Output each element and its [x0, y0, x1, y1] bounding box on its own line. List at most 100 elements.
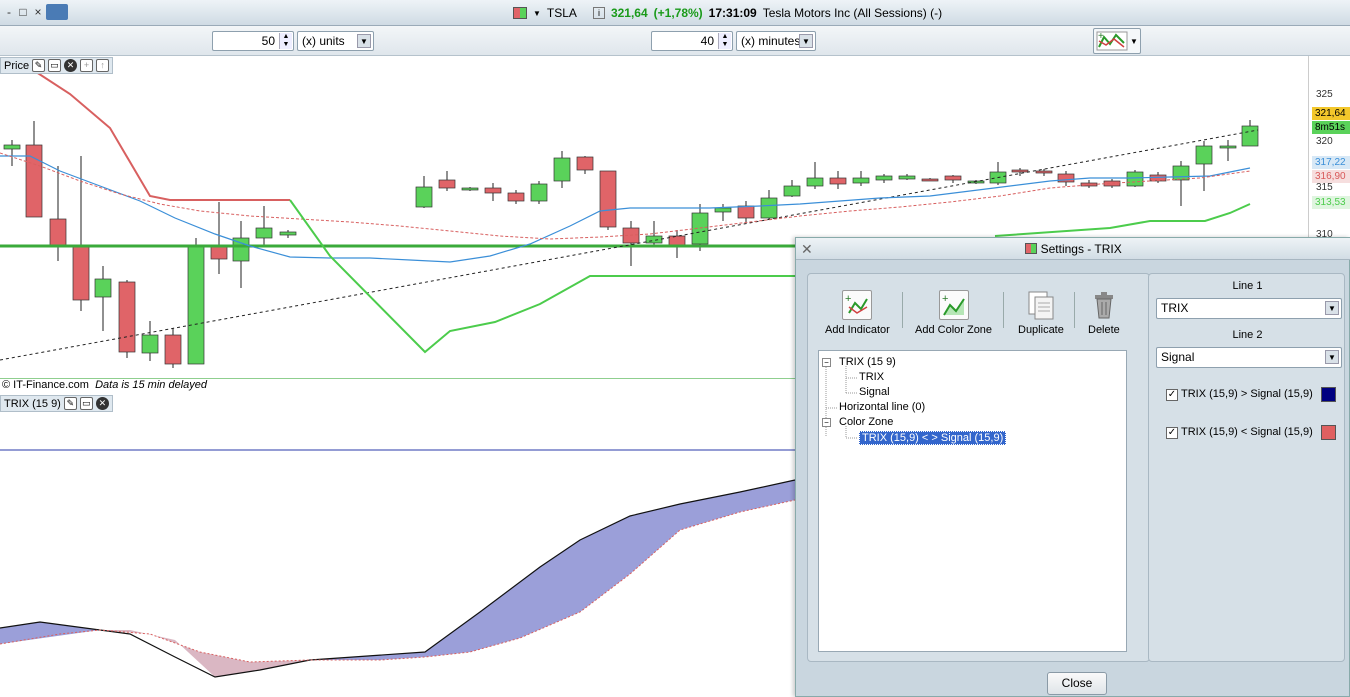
maximize-icon[interactable]: □ — [16, 5, 30, 19]
delete-button[interactable]: Delete — [1088, 290, 1120, 336]
candle-body[interactable] — [255, 227, 273, 239]
candle-body[interactable] — [94, 278, 112, 298]
candle-body[interactable] — [553, 157, 571, 182]
cond1-color-swatch[interactable] — [1321, 387, 1336, 402]
tree-node-zone-item-selected[interactable]: TRIX (15,9) < > Signal (15,9) — [859, 431, 1007, 445]
units-select[interactable]: (x) units ▼ — [297, 31, 374, 51]
minutes-stepper[interactable]: 40 ▲ ▼ — [651, 31, 733, 51]
candle-body[interactable] — [530, 183, 548, 202]
tree-node-trix-line[interactable]: TRIX — [859, 371, 884, 383]
tree-node-trix[interactable]: TRIX (15 9) — [839, 356, 896, 368]
trix-panel-tag[interactable]: TRIX (15 9) ✎ ▭ ✕ — [0, 395, 113, 412]
wrench-icon[interactable]: ✎ — [32, 59, 46, 72]
candle-body[interactable] — [599, 170, 617, 228]
candle-body[interactable] — [1219, 145, 1237, 149]
close-window-icon[interactable]: × — [31, 5, 45, 19]
candle-body[interactable] — [461, 187, 479, 191]
add-indicator-toolbar-button[interactable]: + ▼ — [1093, 28, 1141, 54]
green-trailing-stop-line-right — [994, 203, 1251, 237]
blue-ma-label: 317,22 — [1312, 156, 1350, 169]
units-stepper[interactable]: 50 ▲ ▼ — [212, 31, 294, 51]
close-icon[interactable]: ✕ — [64, 59, 78, 72]
collapse-icon[interactable]: − — [822, 358, 831, 367]
candle-body[interactable] — [118, 281, 136, 353]
info-icon[interactable]: i — [592, 7, 605, 19]
chevron-down-icon[interactable]: ▼ — [357, 34, 371, 48]
dialog-title-bar[interactable]: Settings - TRIX — [796, 238, 1350, 260]
candle-body[interactable] — [438, 179, 456, 189]
line2-select[interactable]: Signal ▼ — [1156, 347, 1342, 368]
window-icon[interactable]: ▭ — [48, 59, 62, 72]
divider — [1003, 292, 1004, 328]
stepper-arrows-icon[interactable]: ▲ ▼ — [279, 33, 292, 49]
candle-body[interactable] — [737, 205, 755, 219]
candle-body[interactable] — [507, 192, 525, 202]
duplicate-label: Duplicate — [1018, 324, 1064, 336]
collapse-icon[interactable]: − — [822, 418, 831, 427]
trash-icon — [1089, 290, 1119, 320]
candle-body[interactable] — [875, 175, 893, 181]
candle-body[interactable] — [1126, 171, 1144, 187]
add-indicator-icon: + — [842, 290, 873, 320]
candle-body[interactable] — [1103, 180, 1121, 187]
chevron-down-icon[interactable]: ▼ — [1325, 350, 1339, 364]
candle-body[interactable] — [944, 175, 962, 181]
candle-body[interactable] — [1011, 169, 1029, 173]
cond2-color-swatch[interactable] — [1321, 425, 1336, 440]
candle-body[interactable] — [164, 334, 182, 365]
wrench-icon[interactable]: ✎ — [63, 397, 77, 410]
candle-body[interactable] — [714, 207, 732, 213]
chevron-down-icon[interactable]: ▼ — [533, 9, 541, 18]
candle-body[interactable] — [1172, 165, 1190, 181]
chevron-down-icon[interactable]: ▼ — [799, 34, 813, 48]
symbol[interactable]: TSLA — [547, 6, 577, 20]
candle-body[interactable] — [760, 197, 778, 219]
candle-body[interactable] — [72, 245, 90, 301]
chevron-down-icon[interactable]: ▼ — [1325, 301, 1339, 315]
candle-body[interactable] — [806, 177, 824, 187]
close-button[interactable]: Close — [1047, 672, 1107, 695]
candle-body[interactable] — [49, 218, 67, 247]
candle-body[interactable] — [415, 186, 433, 208]
axis-tick: 315 — [1316, 182, 1333, 193]
candle-body[interactable] — [576, 156, 594, 171]
candle-body[interactable] — [210, 245, 228, 260]
tree-node-signal[interactable]: Signal — [859, 386, 890, 398]
cond1-label: TRIX (15,9) > Signal (15,9) — [1181, 388, 1313, 400]
candle-body[interactable] — [484, 187, 502, 194]
move-up-icon[interactable]: + — [80, 59, 94, 72]
close-icon[interactable]: ✕ — [801, 241, 813, 258]
candle-body[interactable] — [852, 177, 870, 184]
keyboard-icon[interactable] — [46, 4, 68, 20]
candle-body[interactable] — [1195, 145, 1213, 165]
minutes-select[interactable]: (x) minutes ▼ — [736, 31, 816, 51]
window-icon[interactable]: ▭ — [79, 397, 93, 410]
candle-body[interactable] — [783, 185, 801, 197]
tree-node-horizontal-line[interactable]: Horizontal line (0) — [839, 401, 925, 413]
tree-node-color-zone[interactable]: Color Zone — [839, 416, 893, 428]
stepper-arrows-icon[interactable]: ▲ ▼ — [718, 33, 731, 49]
minimize-icon[interactable]: - — [2, 5, 16, 19]
candle-body[interactable] — [645, 235, 663, 244]
move-down-icon[interactable]: ↑ — [96, 59, 110, 72]
indicator-tree[interactable]: − TRIX (15 9) TRIX Signal Horizontal lin… — [818, 350, 1127, 652]
candle-body[interactable] — [829, 177, 847, 185]
line1-select[interactable]: TRIX ▼ — [1156, 298, 1342, 319]
duplicate-button[interactable]: Duplicate — [1018, 290, 1064, 336]
candle-body[interactable] — [1241, 125, 1259, 147]
candles-icon[interactable] — [513, 7, 527, 19]
price-panel-tag[interactable]: Price ✎ ▭ ✕ + ↑ — [0, 57, 114, 74]
add-color-zone-button[interactable]: + Add Color Zone — [915, 290, 992, 336]
candle-body[interactable] — [3, 144, 21, 150]
cond2-checkbox[interactable]: ✓ — [1166, 427, 1178, 439]
candle-body[interactable] — [279, 231, 297, 236]
candle-body[interactable] — [187, 245, 205, 365]
candle-body[interactable] — [141, 334, 159, 354]
cond1-checkbox[interactable]: ✓ — [1166, 389, 1178, 401]
last-price: 321,64 — [610, 6, 648, 20]
candle-body[interactable] — [1035, 170, 1053, 174]
add-indicator-button[interactable]: + Add Indicator — [825, 290, 890, 336]
candle-body[interactable] — [921, 178, 939, 182]
close-icon[interactable]: ✕ — [95, 397, 109, 410]
candle-body[interactable] — [898, 175, 916, 180]
